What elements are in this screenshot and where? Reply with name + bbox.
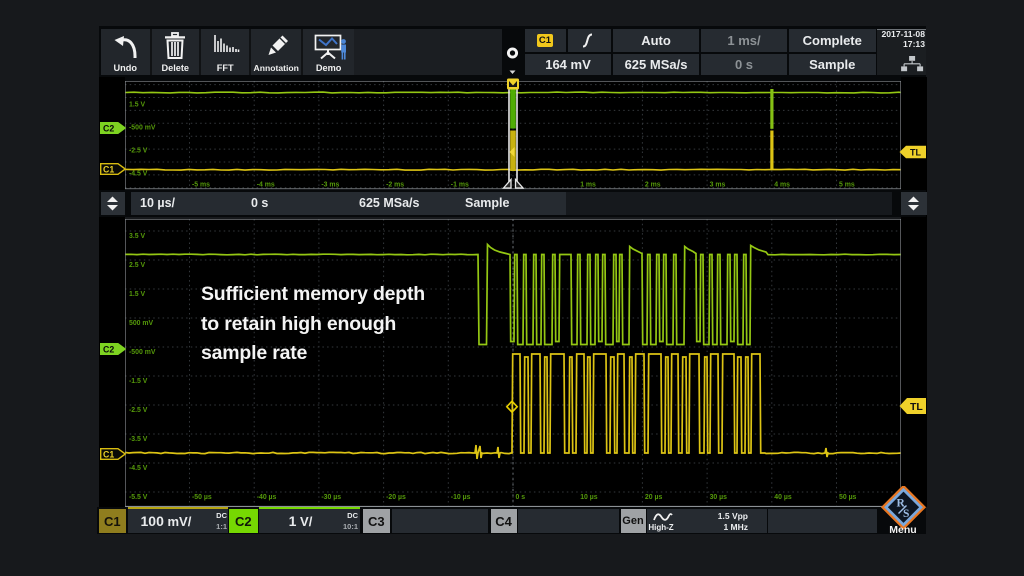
svg-text:C1: C1: [103, 449, 114, 459]
svg-text:TL: TL: [910, 148, 921, 158]
svg-text:-3.5 V: -3.5 V: [129, 436, 148, 443]
svg-text:10 µs: 10 µs: [580, 494, 598, 501]
svg-text:-5 ms: -5 ms: [192, 182, 210, 189]
svg-text:5 ms: 5 ms: [839, 182, 855, 189]
svg-text:-30 µs: -30 µs: [321, 494, 341, 501]
svg-text:20 µs: 20 µs: [645, 494, 663, 501]
svg-text:-1.5 V: -1.5 V: [129, 378, 148, 385]
svg-text:1 ms: 1 ms: [580, 182, 596, 189]
svg-text:-5.5 V: -5.5 V: [129, 494, 148, 501]
svg-text:-20 µs: -20 µs: [386, 494, 406, 501]
svg-text:-4.5 V: -4.5 V: [129, 171, 148, 178]
svg-text:50 µs: 50 µs: [839, 494, 857, 501]
svg-text:S: S: [903, 508, 909, 520]
svg-text:C2: C2: [103, 123, 114, 133]
svg-text:-4.5 V: -4.5 V: [129, 465, 148, 472]
svg-text:1.5 V: 1.5 V: [129, 291, 145, 298]
svg-text:C1: C1: [103, 164, 114, 174]
svg-text:3 ms: 3 ms: [710, 182, 726, 189]
svg-text:-500 mV: -500 mV: [129, 125, 156, 132]
svg-text:1.5 V: 1.5 V: [129, 102, 145, 109]
svg-text:-40 µs: -40 µs: [257, 494, 277, 501]
svg-text:30 µs: 30 µs: [710, 494, 728, 501]
svg-text:3.5 V: 3.5 V: [129, 233, 145, 240]
svg-text:500 mV: 500 mV: [129, 320, 154, 327]
svg-text:C2: C2: [103, 344, 114, 354]
svg-text:-50 µs: -50 µs: [192, 494, 212, 501]
svg-text:-500 mV: -500 mV: [129, 349, 156, 356]
svg-text:-2.5 V: -2.5 V: [129, 148, 148, 155]
svg-text:-10 µs: -10 µs: [451, 494, 471, 501]
svg-text:TL: TL: [910, 401, 923, 413]
svg-text:-2.5 V: -2.5 V: [129, 407, 148, 414]
svg-text:2.5 V: 2.5 V: [129, 262, 145, 269]
svg-text:-3 ms: -3 ms: [321, 182, 339, 189]
svg-text:-1 ms: -1 ms: [451, 182, 469, 189]
svg-text:-2 ms: -2 ms: [386, 182, 404, 189]
svg-text:-4 ms: -4 ms: [257, 182, 275, 189]
svg-text:4 ms: 4 ms: [774, 182, 790, 189]
svg-text:0 s: 0 s: [516, 494, 526, 501]
svg-text:2 ms: 2 ms: [645, 182, 661, 189]
svg-text:40 µs: 40 µs: [774, 494, 792, 501]
